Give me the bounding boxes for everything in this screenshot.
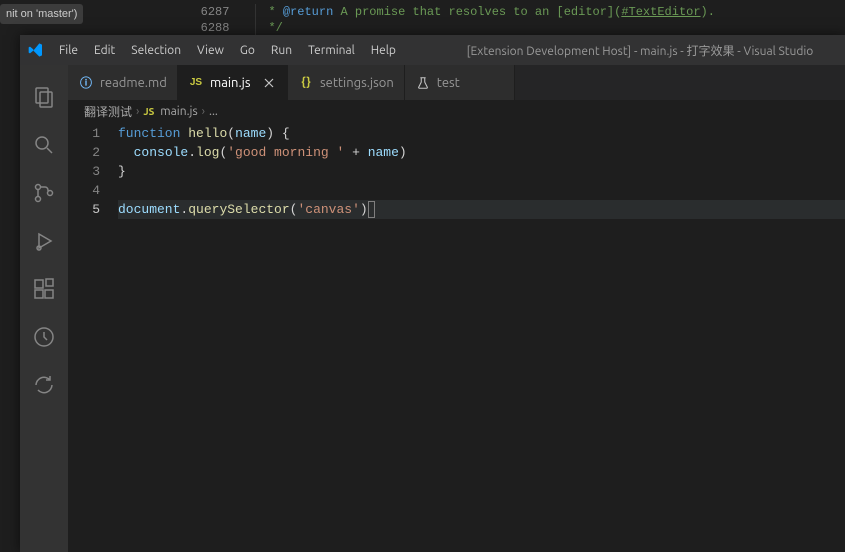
window-title: [Extension Development Host] - main.js -… [403,42,837,59]
bg-divider [255,4,256,39]
vscode-window: File Edit Selection View Go Run Terminal… [20,35,845,552]
chevron-right-icon: › [202,105,205,118]
tab-bar: ⓘ readme.md JS main.js {} settings.json [68,65,845,100]
tab-label: readme.md [100,76,167,90]
commit-badge: nit on 'master') [0,4,83,24]
breadcrumb[interactable]: 翻译测试 › JS main.js › ... [68,100,845,122]
js-icon: JS [143,106,154,117]
menu-bar: File Edit Selection View Go Run Terminal… [52,40,403,61]
background-editor: nit on 'master') 6287 6288 * @return A p… [0,0,845,35]
close-icon[interactable] [261,75,277,91]
menu-terminal[interactable]: Terminal [301,40,362,61]
tab-label: main.js [210,76,250,90]
sync-icon[interactable] [20,361,68,409]
menu-run[interactable]: Run [264,40,299,61]
explorer-icon[interactable] [20,73,68,121]
bg-gutter: 6287 6288 [193,4,243,36]
menu-selection[interactable]: Selection [124,40,188,61]
menu-go[interactable]: Go [233,40,262,61]
activity-bar [20,65,68,552]
line-gutter: 12345 [68,124,118,552]
extensions-icon[interactable] [20,265,68,313]
breadcrumb-folder[interactable]: 翻译测试 [84,103,132,120]
breadcrumb-ellipsis[interactable]: ... [209,105,218,118]
tab-test[interactable]: test [405,65,515,100]
titlebar: File Edit Selection View Go Run Terminal… [20,35,845,65]
menu-help[interactable]: Help [364,40,403,61]
tab-label: test [437,76,460,90]
run-debug-icon[interactable] [20,217,68,265]
menu-file[interactable]: File [52,40,85,61]
search-icon[interactable] [20,121,68,169]
menu-view[interactable]: View [190,40,231,61]
info-icon: ⓘ [78,75,94,91]
menu-edit[interactable]: Edit [87,40,122,61]
bg-code-lines: * @return A promise that resolves to an … [268,4,715,36]
tab-label: settings.json [320,76,394,90]
code-content[interactable]: function hello(name) { console.log('good… [118,124,845,552]
json-icon: {} [298,75,314,91]
source-control-icon[interactable] [20,169,68,217]
beaker-icon [415,75,431,91]
chevron-right-icon: › [136,105,139,118]
breadcrumb-file[interactable]: main.js [160,105,197,118]
tab-mainjs[interactable]: JS main.js [178,65,288,100]
timeline-icon[interactable] [20,313,68,361]
js-icon: JS [188,75,204,91]
code-editor[interactable]: 12345 function hello(name) { console.log… [68,122,845,552]
tab-readme[interactable]: ⓘ readme.md [68,65,178,100]
tab-settings[interactable]: {} settings.json [288,65,405,100]
editor-area: ⓘ readme.md JS main.js {} settings.json [68,65,845,552]
vscode-logo-icon [28,42,44,58]
